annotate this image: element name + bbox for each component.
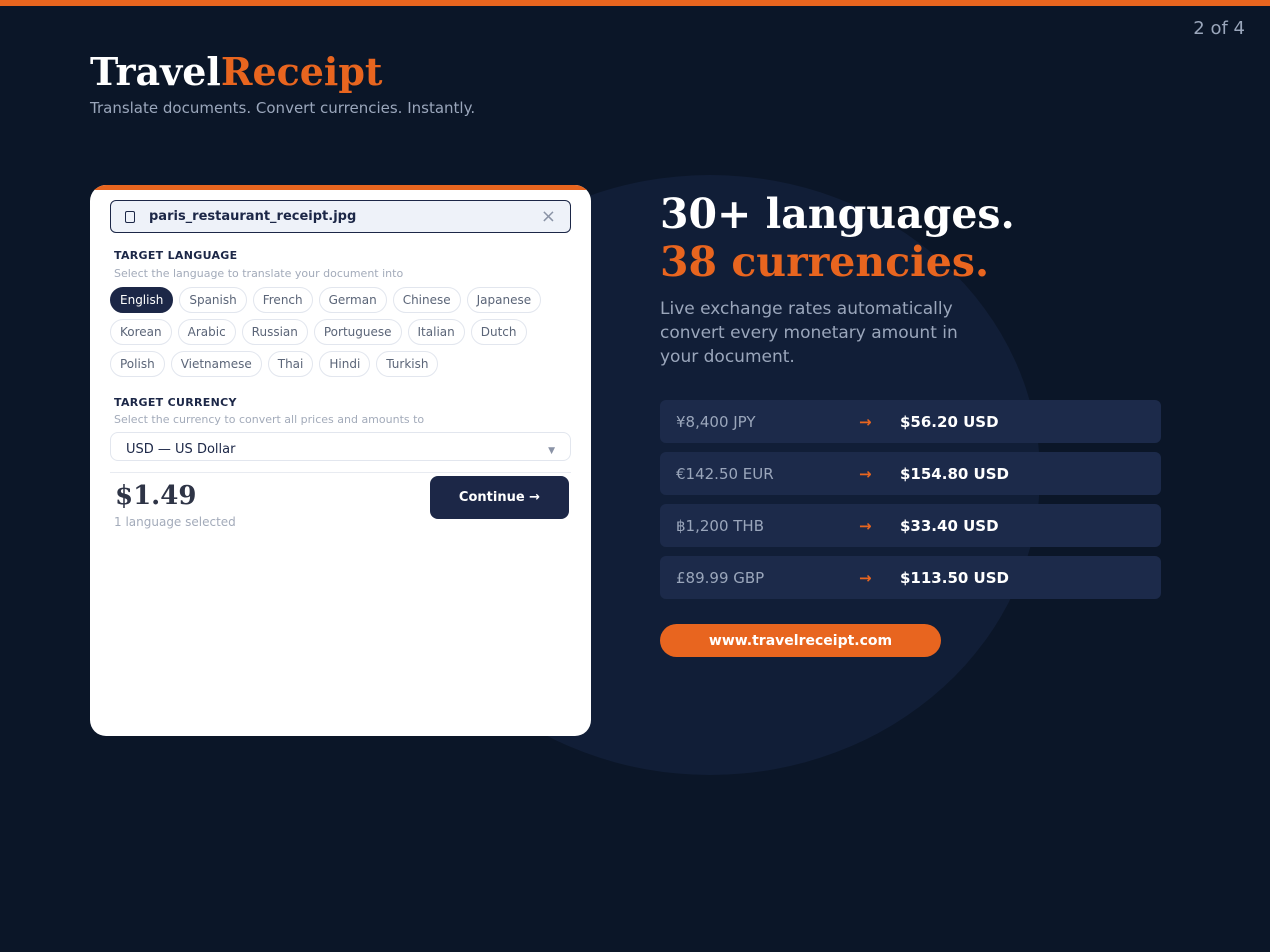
file-name: paris_restaurant_receipt.jpg bbox=[149, 209, 357, 224]
rate-row: ¥8,400 JPY → $56.20 USD bbox=[660, 400, 1161, 443]
target-currency-title: TARGET CURRENCY bbox=[114, 396, 237, 409]
language-chip-portuguese[interactable]: Portuguese bbox=[313, 319, 402, 345]
file-icon bbox=[125, 210, 135, 223]
language-chip-dutch[interactable]: Dutch bbox=[470, 319, 527, 345]
page-indicator: 2 of 4 bbox=[1193, 18, 1245, 39]
tagline: Translate documents. Convert currencies.… bbox=[90, 99, 476, 117]
arrow-right-icon: → bbox=[859, 412, 872, 431]
headline-currencies: 38 currencies. bbox=[660, 238, 990, 286]
language-chip-korean[interactable]: Korean bbox=[110, 319, 172, 345]
card-accent-bar bbox=[90, 185, 591, 190]
language-chip-row: Korean Arabic Russian Portuguese Italian Dutc… bbox=[110, 319, 580, 345]
language-chip-french[interactable]: French bbox=[252, 287, 313, 313]
language-chip-turkish[interactable]: Turkish bbox=[376, 351, 439, 377]
language-chip-row: Polish Vietnamese Thai Hindi Turkish bbox=[110, 351, 580, 377]
uploaded-file-chip: paris_restaurant_receipt.jpg × bbox=[110, 200, 571, 233]
website-link[interactable]: www.travelreceipt.com bbox=[660, 624, 941, 657]
arrow-right-icon: → bbox=[859, 464, 872, 483]
rate-from: ¥8,400 JPY bbox=[676, 412, 756, 431]
language-chip-arabic[interactable]: Arabic bbox=[177, 319, 236, 345]
hero-description: Live exchange rates automatically conver… bbox=[660, 299, 958, 367]
language-chip-row: English Spanish French German Chinese Japanes… bbox=[110, 287, 580, 313]
target-language-subtitle: Select the language to translate your do… bbox=[114, 267, 404, 280]
language-chip-italian[interactable]: Italian bbox=[407, 319, 465, 345]
rate-from: €142.50 EUR bbox=[676, 464, 774, 483]
language-chip-russian[interactable]: Russian bbox=[241, 319, 308, 345]
continue-button[interactable]: Continue → bbox=[430, 476, 569, 519]
arrow-right-icon: → bbox=[859, 568, 872, 587]
language-chip-thai[interactable]: Thai bbox=[267, 351, 314, 377]
close-icon[interactable]: × bbox=[541, 207, 556, 226]
language-chip-chinese[interactable]: Chinese bbox=[392, 287, 461, 313]
rate-from: ฿1,200 THB bbox=[676, 516, 764, 535]
rate-to: $56.20 USD bbox=[900, 412, 999, 431]
divider bbox=[110, 472, 571, 473]
language-chip-english[interactable]: English bbox=[110, 287, 174, 313]
brand-header: TravelReceipt Translate documents. Conve… bbox=[90, 50, 476, 118]
language-chip-vietnamese[interactable]: Vietnamese bbox=[170, 351, 262, 377]
rate-to: $33.40 USD bbox=[900, 516, 999, 535]
rate-from: £89.99 GBP bbox=[676, 568, 765, 587]
language-chip-german[interactable]: German bbox=[318, 287, 387, 313]
currency-select-value: USD — US Dollar bbox=[126, 442, 236, 457]
rate-row: ฿1,200 THB → $33.40 USD bbox=[660, 504, 1161, 547]
chevron-down-icon: ▼ bbox=[548, 445, 555, 456]
hero-headline: 30+ languages. 38 currencies. bbox=[660, 190, 1015, 286]
rate-to: $113.50 USD bbox=[900, 568, 1009, 587]
target-currency-subtitle: Select the currency to convert all price… bbox=[114, 413, 425, 426]
headline-languages: 30+ languages. bbox=[660, 190, 1015, 238]
arrow-right-icon: → bbox=[859, 516, 872, 535]
language-chip-hindi[interactable]: Hindi bbox=[319, 351, 371, 377]
rate-to: $154.80 USD bbox=[900, 464, 1009, 483]
price: $1.49 bbox=[115, 481, 197, 511]
exchange-rate-list: ¥8,400 JPY → $56.20 USD €142.50 EUR → $1… bbox=[660, 400, 1161, 608]
language-chip-polish[interactable]: Polish bbox=[110, 351, 165, 377]
top-accent-bar bbox=[0, 0, 1270, 6]
language-chip-grid: English Spanish French German Chinese Japanes… bbox=[110, 287, 580, 383]
logo-word-receipt: Receipt bbox=[220, 49, 383, 94]
rate-row: €142.50 EUR → $154.80 USD bbox=[660, 452, 1161, 495]
language-chip-japanese[interactable]: Japanese bbox=[466, 287, 542, 313]
rate-row: £89.99 GBP → $113.50 USD bbox=[660, 556, 1161, 599]
target-language-title: TARGET LANGUAGE bbox=[114, 249, 238, 262]
logo-word-travel: Travel bbox=[90, 49, 221, 94]
logo: TravelReceipt bbox=[90, 50, 475, 94]
selection-count: 1 language selected bbox=[114, 515, 236, 529]
currency-select[interactable]: USD — US Dollar ▼ bbox=[110, 432, 571, 461]
upload-card: paris_restaurant_receipt.jpg × TARGET LA… bbox=[90, 185, 591, 736]
language-chip-spanish[interactable]: Spanish bbox=[179, 287, 247, 313]
